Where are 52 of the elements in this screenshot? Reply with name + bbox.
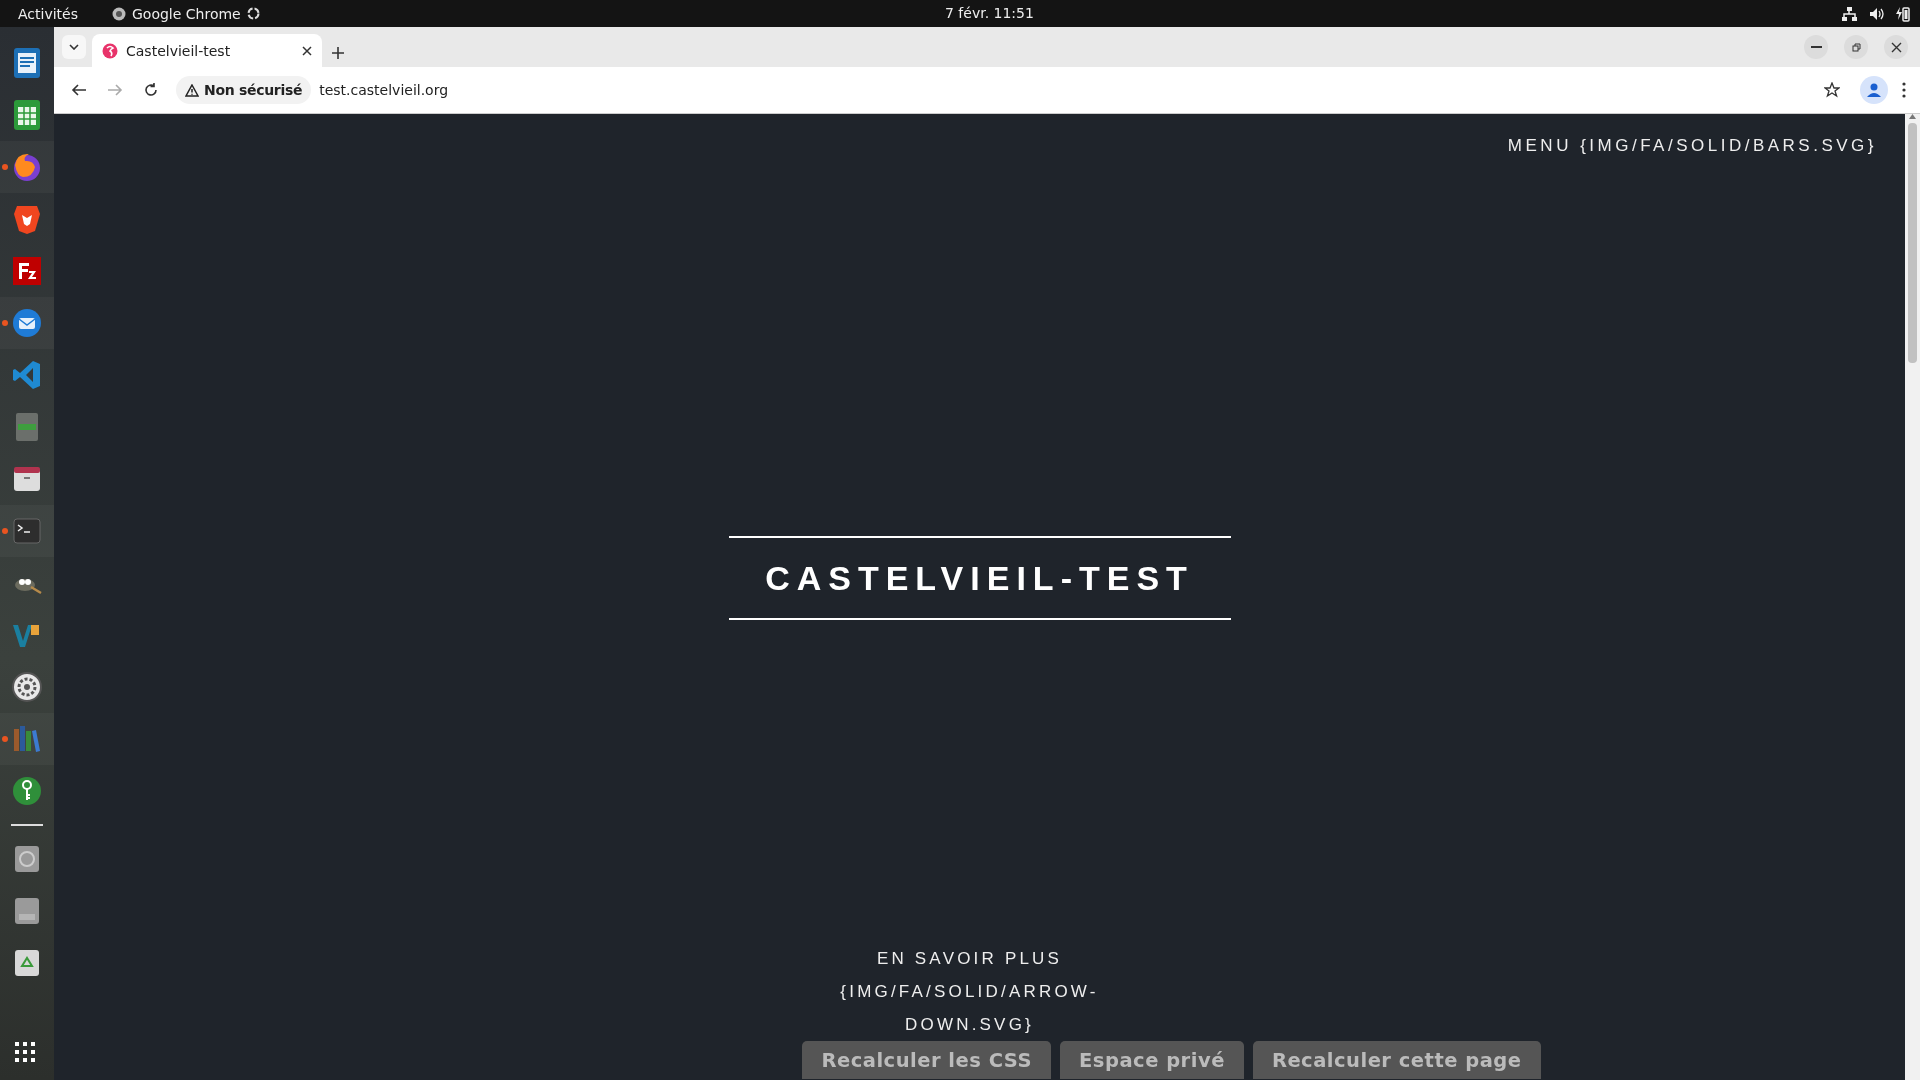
new-tab-button[interactable] [332, 47, 344, 59]
site-title: CASTELVIEIL-TEST [728, 536, 1231, 620]
app-menu[interactable]: Google Chrome [132, 5, 241, 22]
profile-button[interactable] [1860, 76, 1888, 104]
key-icon[interactable] [11, 775, 43, 807]
tab-title: Castelvieil-test [126, 42, 232, 59]
restore-icon [1850, 41, 1862, 53]
settings-icon[interactable] [11, 671, 43, 703]
tab-list-button[interactable] [62, 35, 86, 59]
network-icon[interactable] [1842, 6, 1857, 21]
more-menu-icon[interactable] [1902, 82, 1906, 98]
spreadsheet-icon[interactable] [11, 99, 43, 131]
close-tab-button[interactable] [302, 45, 312, 56]
document-icon[interactable] [11, 47, 43, 79]
warning-icon [185, 83, 199, 97]
lion-icon[interactable] [11, 203, 43, 235]
browser-tab[interactable]: Castelvieil-test [92, 34, 322, 67]
minimize-icon [1810, 46, 1822, 48]
page-button[interactable]: Espace privé [1060, 1041, 1244, 1079]
scrollbar-thumb[interactable] [1908, 123, 1917, 363]
close-icon [302, 45, 312, 56]
loading-icon [246, 7, 260, 20]
page-button[interactable]: Recalculer les CSS [802, 1041, 1052, 1079]
page-button[interactable]: Recalculer cette page [1252, 1041, 1541, 1079]
person-icon [1866, 82, 1882, 98]
learn-more-link[interactable]: EN SAVOIR PLUS {IMG/FA/SOLID/ARROW-DOWN.SVG} [829, 942, 1110, 1041]
bird-envelope-icon[interactable] [11, 307, 43, 339]
close-window-button[interactable] [1884, 35, 1908, 59]
filezilla-icon[interactable] [11, 255, 43, 287]
close-icon [1890, 41, 1902, 53]
chevron-down-icon [69, 44, 79, 50]
code-editor-icon[interactable] [11, 359, 43, 391]
activities-button[interactable]: Activités [18, 5, 98, 22]
arrow-right-icon [107, 82, 123, 98]
reload-icon [143, 82, 159, 98]
site-logo-icon [102, 42, 118, 59]
star-icon[interactable] [1824, 82, 1840, 98]
terminal-icon[interactable] [11, 515, 43, 547]
fox-globe-icon[interactable] [11, 151, 43, 183]
minimize-button[interactable] [1804, 35, 1828, 59]
battery-icon[interactable] [1896, 5, 1910, 22]
app-grid-icon[interactable] [15, 1042, 35, 1062]
volume-icon[interactable] [1869, 6, 1884, 21]
url-text: test.castelvieil.org [319, 82, 449, 98]
scrollbar[interactable] [1905, 114, 1920, 1080]
chrome-icon [112, 6, 126, 21]
plus-icon [332, 47, 344, 59]
dock-separator [11, 824, 43, 826]
arrow-left-icon [71, 82, 87, 98]
clock[interactable]: 7 févr. 11:51 [945, 5, 1034, 21]
menu-link[interactable]: MENU {IMG/FA/SOLID/BARS.SVG} [1507, 136, 1877, 156]
restore-button[interactable] [1844, 35, 1868, 59]
